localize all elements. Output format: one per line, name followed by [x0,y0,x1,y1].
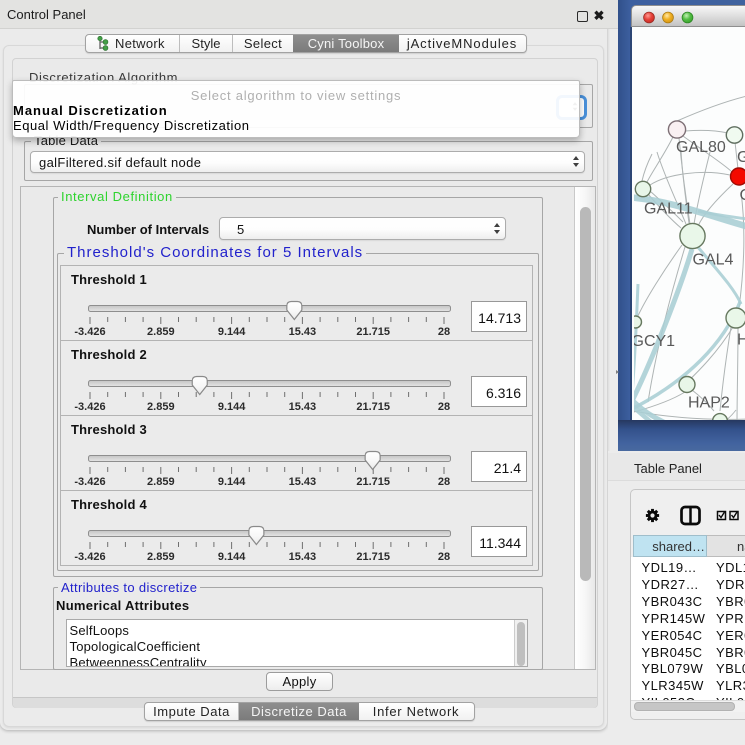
svg-text:GCY1: GCY1 [634,333,675,350]
svg-text:GAL11: GAL11 [644,201,693,218]
svg-text:H: H [737,332,745,349]
svg-text:GAL80: GAL80 [676,139,726,156]
svg-text:CA: CA [740,187,745,204]
svg-text:GAL4: GAL4 [693,252,734,269]
svg-text:GA: GA [737,149,745,166]
svg-text:HAP2: HAP2 [688,395,730,412]
